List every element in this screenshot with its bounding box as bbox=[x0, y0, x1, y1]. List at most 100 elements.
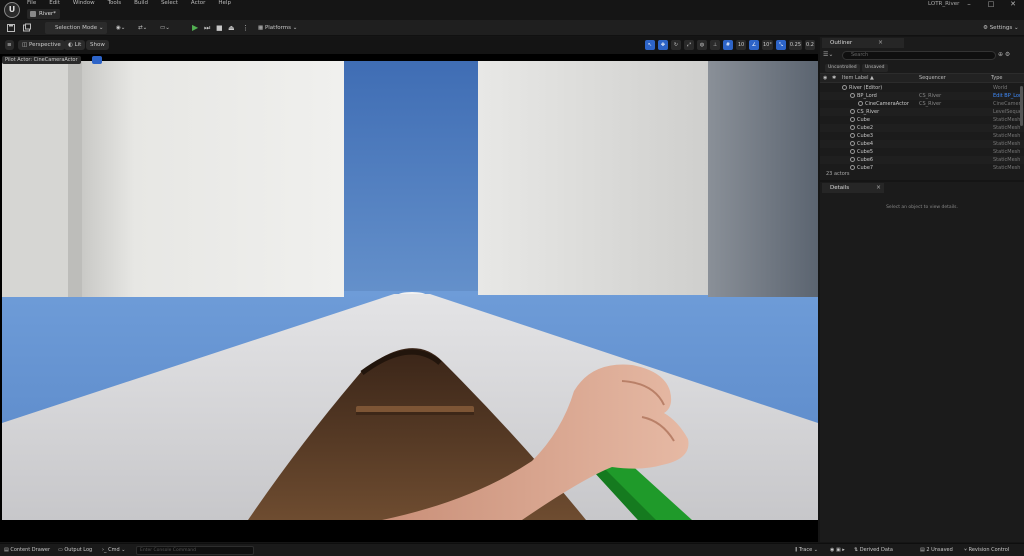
cinematics-icon[interactable]: ▭⌄ bbox=[160, 22, 170, 34]
move-tool-icon[interactable]: ✥ bbox=[658, 40, 668, 50]
cmd-dropdown[interactable]: ›_ Cmd ⌄ bbox=[102, 546, 125, 555]
eject-pilot-button[interactable] bbox=[92, 56, 102, 64]
hamburger-icon[interactable]: ≡ bbox=[5, 40, 14, 50]
settings-label: Settings bbox=[989, 25, 1013, 31]
rotate-snap-icon[interactable]: ∠ bbox=[749, 40, 759, 50]
content-drawer-button[interactable]: ▤ Content Drawer bbox=[4, 546, 50, 555]
outliner-row[interactable]: CineCameraActor CS_River CineCameraActor bbox=[820, 100, 1024, 108]
outliner-row[interactable]: Cube4 StaticMeshActor bbox=[820, 140, 1024, 148]
output-log-button[interactable]: ▭ Output Log bbox=[58, 546, 92, 555]
content-drawer-label: Content Drawer bbox=[10, 547, 50, 553]
outliner-row[interactable]: Cube3 StaticMeshActor bbox=[820, 132, 1024, 140]
transform-tools: ↖ ✥ ↻ ⤢ ◍ ⊥ # 10 ∠ 10° ⤡ 0.25 0.2 ▣ bbox=[645, 40, 818, 50]
derived-data-button[interactable]: ⇅ Derived Data bbox=[854, 546, 893, 555]
status-bar: ▤ Content Drawer ▭ Output Log ›_ Cmd ⌄ E… bbox=[0, 543, 1024, 556]
rotate-snap-value[interactable]: 10° bbox=[762, 40, 773, 50]
level-viewport[interactable]: ≡ ◫ Perspective ◐ Lit Show ↖ ✥ ↻ ⤢ ◍ ⊥ #… bbox=[0, 37, 818, 542]
perspective-button[interactable]: ◫ Perspective bbox=[18, 40, 65, 50]
outliner-row[interactable]: Cube6 StaticMeshActor bbox=[820, 156, 1024, 164]
details-empty-message: Select an object to view details. bbox=[886, 205, 958, 210]
column-sequencer[interactable]: Sequencer bbox=[919, 74, 946, 83]
unsaved-chip[interactable]: Unsaved bbox=[862, 64, 888, 72]
outliner-options-icons[interactable]: ⊕ ⚙ bbox=[998, 51, 1010, 58]
pin-column-icon[interactable]: ✱ bbox=[832, 74, 836, 83]
browse-icon[interactable] bbox=[23, 22, 31, 34]
minimize-icon[interactable]: – bbox=[958, 0, 980, 8]
console-command-input[interactable]: Enter Console Command bbox=[136, 546, 254, 555]
unreal-logo-icon[interactable]: U bbox=[4, 2, 20, 18]
column-item-label[interactable]: Item Label ▲ bbox=[842, 74, 874, 83]
outliner-scrollbar[interactable] bbox=[1020, 86, 1023, 126]
scale-snap-icon[interactable]: ⤡ bbox=[775, 40, 786, 50]
outliner-row[interactable]: Cube2 StaticMeshActor bbox=[820, 124, 1024, 132]
actor-icon bbox=[850, 124, 855, 130]
actor-icon bbox=[850, 108, 855, 114]
menu-tools[interactable]: Tools bbox=[108, 0, 122, 8]
menu-actor[interactable]: Actor bbox=[191, 0, 205, 8]
outliner-row[interactable]: Cube7 StaticMeshActor bbox=[820, 164, 1024, 172]
outliner-search-input[interactable]: Search bbox=[842, 51, 996, 60]
outliner-row-sequencer: CS_River bbox=[919, 93, 942, 99]
close-icon[interactable]: × bbox=[878, 38, 883, 48]
menu-edit[interactable]: Edit bbox=[49, 0, 60, 8]
outliner-row-type[interactable]: Edit BP_Lord bbox=[993, 92, 1020, 100]
eject-icon[interactable]: ⏏ bbox=[228, 22, 235, 34]
outliner-row[interactable]: Cube StaticMeshActor bbox=[820, 116, 1024, 124]
scale-tool-icon[interactable]: ⤢ bbox=[684, 40, 694, 50]
outliner-row[interactable]: CS_River LevelSequenceActor bbox=[820, 108, 1024, 116]
outliner-row-text: BP_Lord bbox=[857, 93, 877, 99]
actor-icon bbox=[850, 132, 855, 138]
stop-icon[interactable]: ■ bbox=[216, 22, 223, 34]
actor-icon bbox=[850, 164, 855, 170]
blueprints-icon[interactable]: ⇄⌄ bbox=[138, 22, 147, 34]
grid-size-value[interactable]: 10 bbox=[736, 40, 746, 50]
grid-snap-icon[interactable]: # bbox=[723, 40, 733, 50]
platforms-dropdown[interactable]: ▦ Platforms ⌄ bbox=[258, 22, 297, 34]
outliner-row-label: Cube2 bbox=[850, 124, 873, 132]
column-type[interactable]: Type bbox=[991, 74, 1002, 83]
platforms-icon: ▦ bbox=[258, 25, 264, 31]
filter-icon[interactable]: ☰⌄ bbox=[823, 51, 833, 58]
outliner-row[interactable]: River (Editor) World bbox=[820, 84, 1024, 92]
menu-help[interactable]: Help bbox=[218, 0, 231, 8]
add-actor-icon[interactable]: ◉⌄ bbox=[116, 22, 125, 34]
menu-build[interactable]: Build bbox=[134, 0, 148, 8]
close-icon[interactable]: ✕ bbox=[1002, 0, 1024, 8]
menu-select[interactable]: Select bbox=[161, 0, 178, 8]
trace-button[interactable]: ⫼ Trace ⌄ bbox=[795, 546, 818, 555]
rotate-tool-icon[interactable]: ↻ bbox=[671, 40, 681, 50]
selection-mode-dropdown[interactable]: Selection Mode ⌄ bbox=[45, 22, 108, 34]
select-tool-icon[interactable]: ↖ bbox=[645, 40, 655, 50]
settings-button[interactable]: ⚙ Settings ⌄ bbox=[983, 22, 1019, 34]
outliner-row[interactable]: BP_Lord CS_River Edit BP_Lord bbox=[820, 92, 1024, 100]
close-icon[interactable]: × bbox=[876, 183, 881, 193]
camera-fov-value[interactable]: 0.2 bbox=[805, 40, 816, 50]
world-space-icon[interactable]: ◍ bbox=[697, 40, 707, 50]
level-tab[interactable]: River* bbox=[27, 9, 60, 19]
details-panel: Details × Select an object to view detai… bbox=[820, 182, 1024, 542]
skip-icon[interactable]: ⏭ bbox=[204, 22, 210, 34]
surface-snap-icon[interactable]: ⊥ bbox=[710, 40, 720, 50]
revision-control-button[interactable]: ⑂ Revision Control bbox=[964, 546, 1009, 555]
maximize-icon[interactable]: □ bbox=[980, 0, 1002, 8]
camera-speed-value[interactable]: 0.25 bbox=[788, 40, 803, 50]
uncontrolled-chip[interactable]: Uncontrolled bbox=[825, 64, 860, 72]
menu-window[interactable]: Window bbox=[73, 0, 95, 8]
outliner-row-label: Cube bbox=[850, 116, 870, 124]
menu-file[interactable]: File bbox=[27, 0, 36, 8]
play-icon[interactable]: ▶ bbox=[192, 22, 198, 34]
output-log-label: Output Log bbox=[64, 547, 93, 553]
show-button[interactable]: Show bbox=[86, 40, 109, 50]
outliner-row-text: Cube6 bbox=[857, 157, 874, 163]
unsaved-button[interactable]: ▤ 2 Unsaved bbox=[920, 546, 953, 555]
details-tab[interactable]: Details × bbox=[822, 183, 884, 193]
outliner-row[interactable]: Cube5 StaticMeshActor bbox=[820, 148, 1024, 156]
more-icon[interactable]: ⋮ bbox=[242, 22, 249, 34]
trace-status-icons[interactable]: ◉ ▣ ▸ bbox=[830, 546, 845, 555]
outliner-row-type: StaticMeshActor bbox=[993, 133, 1020, 139]
outliner-tab[interactable]: Outliner × bbox=[822, 38, 904, 48]
actor-icon bbox=[842, 84, 847, 90]
lit-button[interactable]: ◐ Lit bbox=[64, 40, 86, 50]
visibility-column-icon[interactable]: ◉ bbox=[823, 74, 827, 83]
save-icon[interactable] bbox=[7, 22, 15, 34]
